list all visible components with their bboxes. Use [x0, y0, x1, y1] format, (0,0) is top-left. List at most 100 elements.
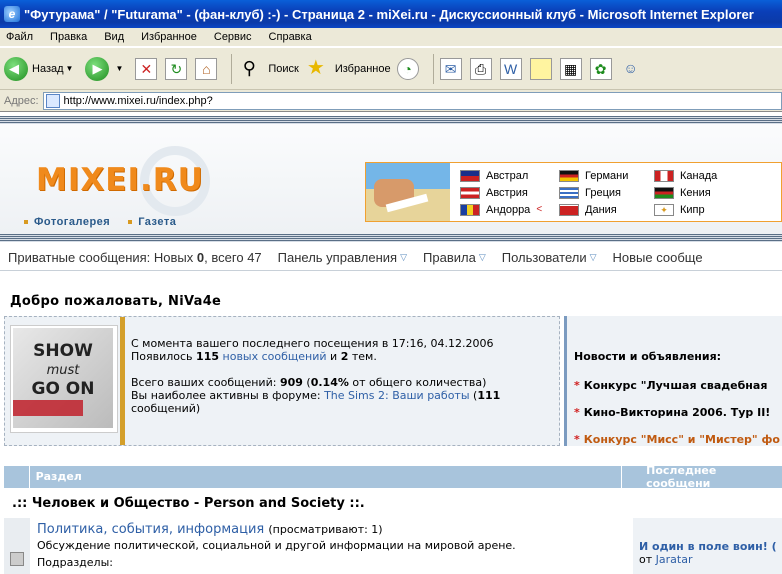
australia-flag-icon: [460, 169, 480, 182]
research-icon[interactable]: ▦: [559, 57, 582, 80]
country-link[interactable]: Дания: [559, 201, 628, 218]
back-label: Назад: [32, 62, 64, 75]
kenya-flag-icon: [654, 186, 674, 199]
country-link[interactable]: Греция: [559, 184, 628, 201]
menu-favorites[interactable]: Избранное: [139, 31, 199, 43]
red-splash-decoration: [13, 400, 83, 416]
chevron-down-icon[interactable]: ▼: [115, 64, 123, 73]
messenger-icon[interactable]: ☺: [620, 58, 642, 80]
visit-stats: С момента вашего последнего посещения в …: [131, 337, 511, 415]
stop-icon[interactable]: ✕: [135, 57, 158, 80]
category-title[interactable]: .:: Человек и Общество - Person and Soci…: [0, 490, 782, 516]
address-label: Адрес:: [4, 94, 39, 107]
forum-status-icon: [10, 552, 24, 566]
refresh-icon[interactable]: ↻: [165, 57, 188, 80]
country-column-2: Германи Греция Дания: [559, 167, 628, 218]
print-icon[interactable]: ⎙: [469, 57, 492, 80]
news-item[interactable]: * Конкурс "Мисс" и "Мистер" фо: [574, 433, 780, 446]
forward-button[interactable]: ▼: [85, 56, 129, 81]
new-posts-link[interactable]: новых сообщений: [223, 350, 327, 363]
menu-edit[interactable]: Правка: [48, 31, 89, 43]
country-column-3: Канада Кения ✦ Кипр: [654, 167, 717, 218]
welcome-heading: Добро пожаловать, NiVa4e: [10, 294, 222, 309]
chevron-down-icon: ▽: [589, 251, 597, 262]
header-icon-cell: [4, 466, 30, 488]
last-visit-text: С момента вашего последнего посещения в …: [131, 337, 494, 350]
search-label: Поиск: [268, 62, 299, 75]
news-item[interactable]: * Конкурс "Лучшая свадебная: [574, 379, 767, 392]
country-link[interactable]: Австрал: [460, 167, 542, 184]
news-item[interactable]: * Кино-Викторина 2006. Тур II!: [574, 406, 770, 419]
bullet-icon: [24, 220, 28, 224]
menu-file[interactable]: Файл: [4, 31, 35, 43]
menu-tools[interactable]: Сервис: [212, 31, 254, 43]
star-bullet-icon: *: [574, 379, 580, 392]
discuss-icon[interactable]: [529, 57, 552, 80]
andorra-flag-icon: [460, 203, 480, 216]
search-icon: ⚲: [242, 57, 256, 78]
menu-view[interactable]: Вид: [102, 31, 126, 43]
nav-control-panel[interactable]: Панель управления ▽: [278, 250, 407, 265]
total-posts-text: Всего ваших сообщений: 909 (0.14% от общ…: [131, 376, 487, 389]
last-post-link[interactable]: И один в поле воин! (: [639, 540, 782, 553]
star-bullet-icon: *: [574, 433, 580, 446]
nav-private-messages[interactable]: Приватные сообщения: Новых 0, всего 47: [8, 250, 262, 265]
beach-photo: [366, 163, 450, 221]
bullet-icon: [128, 220, 133, 224]
address-input[interactable]: http://www.mixei.ru/index.php?: [42, 91, 782, 110]
active-forum-link[interactable]: The Sims 2: Ваши работы: [324, 389, 469, 402]
link-newspaper[interactable]: Газета: [128, 216, 176, 228]
history-icon[interactable]: ◔: [396, 57, 419, 80]
country-banner: Австрал Австрия Андорра < Германи Греция …: [365, 162, 782, 222]
page-content: MIXEI.RU Фотогалерея Газета Австрал Авст…: [0, 112, 782, 574]
nav-users[interactable]: Пользователи ▽: [502, 250, 597, 265]
forum-table-header: Раздел Последнее сообщени: [4, 464, 782, 490]
country-link[interactable]: Австрия: [460, 184, 542, 201]
window-titlebar[interactable]: e "Футурама" / "Futurama" - (фан-клуб) :…: [0, 0, 782, 28]
link-photogallery[interactable]: Фотогалерея: [24, 216, 110, 228]
avatar-image: SHOW must GO ON: [13, 328, 113, 428]
menu-bar: Файл Правка Вид Избранное Сервис Справка: [0, 28, 782, 47]
home-icon[interactable]: ⌂: [195, 57, 218, 80]
nav-rules[interactable]: Правила ▽: [423, 250, 486, 265]
edit-icon[interactable]: W: [499, 57, 522, 80]
news-box: Новости и объявления: * Конкурс "Лучшая с…: [564, 316, 782, 446]
chevron-down-icon: ▽: [478, 251, 486, 262]
forum-subsections: Подразделы:: [37, 556, 113, 569]
star-bullet-icon: *: [574, 406, 580, 419]
greece-flag-icon: [559, 186, 579, 199]
star-icon: ★: [306, 56, 325, 79]
country-link[interactable]: Канада: [654, 167, 717, 184]
chevron-down-icon[interactable]: ▼: [66, 64, 74, 73]
author-link[interactable]: Jaratar: [656, 553, 693, 566]
user-navbar: Приватные сообщения: Новых 0, всего 47 П…: [0, 246, 782, 268]
ie-logo-icon: e: [4, 6, 20, 22]
nav-stripe: [0, 234, 782, 242]
favorites-button[interactable]: ★ Избранное: [305, 58, 391, 80]
country-link[interactable]: ✦ Кипр: [654, 201, 717, 218]
menu-help[interactable]: Справка: [267, 31, 314, 43]
active-forum-text: Вы наиболее активны в форуме: The Sims 2…: [131, 389, 501, 415]
avatar: SHOW must GO ON: [10, 325, 118, 433]
icq-flower-icon[interactable]: ✿: [589, 57, 612, 80]
address-url: http://www.mixei.ru/index.php?: [63, 94, 213, 107]
toolbar-separator: [432, 53, 434, 84]
header-stripe: [0, 116, 782, 124]
search-button[interactable]: ⚲ Поиск: [238, 57, 299, 80]
country-link[interactable]: Германи: [559, 167, 628, 184]
country-link[interactable]: Кения: [654, 184, 717, 201]
site-logo[interactable]: MIXEI.RU: [36, 162, 204, 198]
cyprus-flag-icon: ✦: [654, 203, 674, 216]
back-arrow-icon: [4, 56, 28, 81]
country-link[interactable]: Андорра <: [460, 201, 542, 218]
forward-arrow-icon: [85, 56, 110, 81]
arrow-left-icon: <: [536, 204, 543, 215]
nav-new-posts[interactable]: Новые сообще: [613, 250, 703, 265]
forum-title-link[interactable]: Политика, события, информация: [37, 522, 264, 537]
page-icon: [45, 93, 60, 108]
mail-icon[interactable]: ✉: [439, 57, 462, 80]
news-title: Новости и объявления:: [574, 350, 722, 363]
forum-main-cell: Политика, события, информация (просматри…: [30, 518, 633, 574]
back-button[interactable]: Назад ▼: [4, 56, 79, 81]
new-posts-text: Появилось 115 новых сообщений и 2 тем.: [131, 350, 377, 363]
